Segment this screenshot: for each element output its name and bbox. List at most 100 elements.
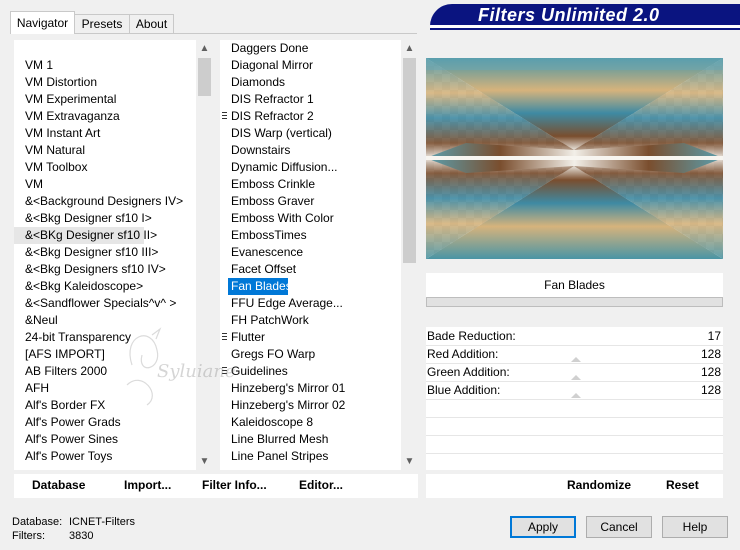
filter-item-label: Line Panel Stripes: [231, 449, 329, 463]
filter-item[interactable]: Emboss Graver: [220, 193, 401, 210]
filter-item-label: Emboss With Color: [231, 211, 334, 225]
app-banner: Filters Unlimited 2.0: [430, 4, 740, 30]
scroll-down-icon[interactable]: ▼: [401, 453, 418, 470]
filter-item[interactable]: Diagonal Mirror: [220, 57, 401, 74]
slider-handle-icon[interactable]: [571, 375, 581, 380]
category-item-label: VM Instant Art: [25, 126, 101, 140]
filter-item[interactable]: Downstairs: [220, 142, 401, 159]
category-item-label: &<Bkg Designer sf10 III>: [25, 245, 159, 259]
slider-handle-icon[interactable]: [571, 357, 581, 362]
database-value: ICNET-Filters: [69, 516, 135, 528]
filter-item[interactable]: Diamonds: [220, 74, 401, 91]
param-blue-addition[interactable]: Blue Addition: 128: [426, 381, 723, 400]
app-title: Filters Unlimited 2.0: [478, 5, 660, 25]
param-label: Red Addition:: [427, 347, 499, 361]
category-item-label: VM Extravaganza: [25, 109, 120, 123]
filter-item[interactable]: FFU Edge Average...: [220, 295, 401, 312]
category-item-label: Alf's Power Sines: [25, 432, 118, 446]
selected-filter-name: Fan Blades: [426, 273, 723, 297]
filter-item-label: Diagonal Mirror: [231, 58, 314, 72]
param-row-empty: [426, 435, 723, 436]
category-item[interactable]: &<Background Designers IV>: [14, 193, 196, 210]
category-item[interactable]: VM: [14, 176, 196, 193]
category-item[interactable]: VM Toolbox: [14, 159, 196, 176]
apply-button[interactable]: Apply: [510, 516, 576, 538]
filter-item-label: Daggers Done: [231, 41, 309, 55]
category-item[interactable]: &<Bkg Designer sf10 I>: [14, 210, 196, 227]
randomize-button[interactable]: Randomize: [567, 478, 631, 492]
filter-item-label: Fan Blades: [231, 279, 292, 293]
category-item[interactable]: VM Instant Art: [14, 125, 196, 142]
filter-item[interactable]: Facet Offset: [220, 261, 401, 278]
filter-item[interactable]: DIS Refractor 2: [220, 108, 401, 125]
tab-navigator[interactable]: Navigator: [10, 11, 75, 34]
category-item[interactable]: &<Bkg Designers sf10 IV>: [14, 261, 196, 278]
category-item-label: &Neul: [25, 313, 58, 327]
category-item[interactable]: &<BKg Designer sf10 II>: [14, 227, 157, 244]
filters-count-value: 3830: [69, 530, 94, 542]
filter-info-button[interactable]: Filter Info...: [202, 478, 267, 492]
category-item-label: VM 1: [25, 58, 54, 72]
filter-item-label: EmbossTimes: [231, 228, 307, 242]
category-item-label: &<Bkg Designers sf10 IV>: [25, 262, 166, 276]
scroll-up-icon[interactable]: ▲: [196, 40, 213, 57]
param-row-empty: [426, 453, 723, 454]
scroll-down-icon[interactable]: ▼: [196, 453, 213, 470]
param-red-addition[interactable]: Red Addition: 128: [426, 345, 723, 364]
database-button[interactable]: Database: [32, 478, 85, 492]
category-item[interactable]: VM Distortion: [14, 74, 196, 91]
filter-item[interactable]: DIS Warp (vertical): [220, 125, 401, 142]
filter-item-label: DIS Warp (vertical): [231, 126, 332, 140]
filter-scroll-thumb[interactable]: [403, 58, 416, 263]
category-scroll-thumb[interactable]: [198, 58, 211, 96]
category-item[interactable]: &<Bkg Kaleidoscope>: [14, 278, 196, 295]
category-item[interactable]: VM 1: [14, 57, 196, 74]
submenu-marker-icon: [222, 112, 227, 121]
filter-item[interactable]: Daggers Done: [220, 40, 401, 57]
filter-item[interactable]: Line Panel Stripes: [220, 448, 401, 465]
category-item-label: Alf's Power Toys: [25, 449, 113, 463]
filter-scrollbar[interactable]: ▲ ▼: [401, 40, 418, 470]
param-green-addition[interactable]: Green Addition: 128: [426, 363, 723, 382]
param-label: Bade Reduction:: [427, 329, 516, 343]
watermark-text: Syluiane: [157, 361, 236, 382]
filter-item-label: Diamonds: [231, 75, 286, 89]
category-item[interactable]: Alf's Power Grads: [14, 414, 196, 431]
filter-item[interactable]: Kaleidoscope 8: [220, 414, 401, 431]
filter-item-label: Kaleidoscope 8: [231, 415, 314, 429]
cancel-button[interactable]: Cancel: [586, 516, 652, 538]
filter-item-label: Evanescence: [231, 245, 304, 259]
category-item[interactable]: VM Experimental: [14, 91, 196, 108]
filter-item[interactable]: Line Blurred Mesh: [220, 431, 401, 448]
param-value: 128: [700, 383, 721, 397]
category-item[interactable]: &<Sandflower Specials^v^ >: [14, 295, 196, 312]
category-item[interactable]: VM Extravaganza: [14, 108, 196, 125]
category-item[interactable]: VM Natural: [14, 142, 196, 159]
category-item-label: VM Distortion: [25, 75, 98, 89]
help-button[interactable]: Help: [662, 516, 728, 538]
reset-button[interactable]: Reset: [666, 478, 699, 492]
category-item[interactable]: Alf's Power Sines: [14, 431, 196, 448]
filter-item[interactable]: Emboss Crinkle: [220, 176, 401, 193]
filter-item-label: Downstairs: [231, 143, 291, 157]
import-button[interactable]: Import...: [124, 478, 171, 492]
editor-button[interactable]: Editor...: [299, 478, 343, 492]
tab-presets[interactable]: Presets: [74, 14, 130, 33]
category-item[interactable]: &<Bkg Designer sf10 III>: [14, 244, 196, 261]
scroll-up-icon[interactable]: ▲: [401, 40, 418, 57]
filter-item[interactable]: Dynamic Diffusion...: [220, 159, 401, 176]
param-bade-reduction[interactable]: Bade Reduction: 17: [426, 327, 723, 346]
filter-item-label: Line Blurred Mesh: [231, 432, 329, 446]
tab-about[interactable]: About: [129, 14, 174, 33]
param-row-empty: [426, 417, 723, 418]
filter-item[interactable]: EmbossTimes: [220, 227, 401, 244]
category-item[interactable]: Alf's Power Toys: [14, 448, 196, 465]
param-value: 128: [700, 365, 721, 379]
filter-item[interactable]: DIS Refractor 1: [220, 91, 401, 108]
filter-item-label: Facet Offset: [231, 262, 297, 276]
filter-item[interactable]: Emboss With Color: [220, 210, 401, 227]
slider-handle-icon[interactable]: [571, 393, 581, 398]
filter-item[interactable]: Evanescence: [220, 244, 401, 261]
filter-item[interactable]: Fan Blades: [228, 278, 292, 295]
database-label: Database:: [12, 516, 63, 528]
